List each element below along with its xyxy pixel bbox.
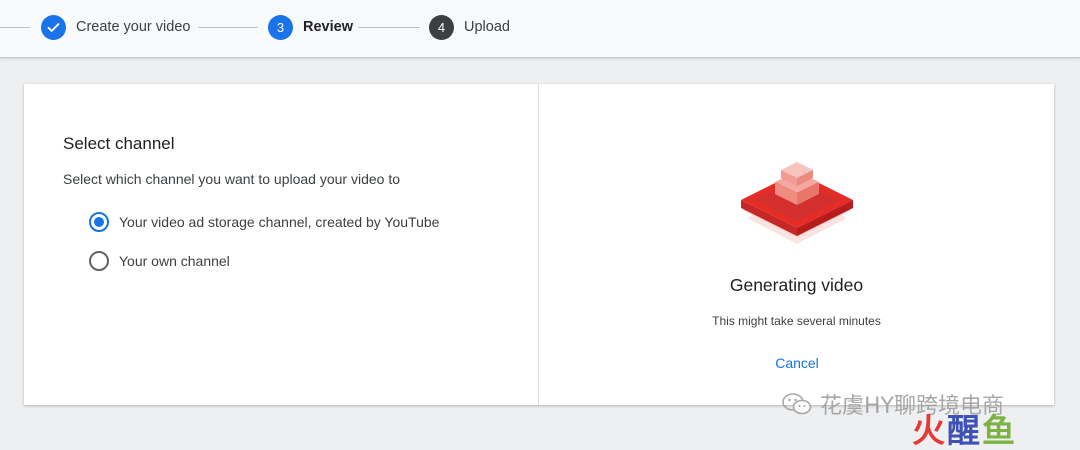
brand-char: 鱼 bbox=[982, 411, 1017, 450]
step-number-badge: 4 bbox=[429, 14, 454, 40]
step-review[interactable]: 3 Review bbox=[268, 14, 353, 40]
step-create-your-video[interactable]: Create your video bbox=[41, 14, 190, 40]
select-channel-panel: Select channel Select which channel you … bbox=[24, 84, 538, 405]
radio-option-storage-channel[interactable]: Your video ad storage channel, created b… bbox=[89, 212, 439, 232]
generating-title: Generating video bbox=[729, 275, 864, 295]
step-connector bbox=[198, 27, 258, 28]
step-label: Upload bbox=[464, 19, 510, 35]
radio-label: Your own channel bbox=[119, 253, 230, 269]
step-label: Create your video bbox=[76, 19, 191, 35]
generating-subtitle: This might take several minutes bbox=[712, 314, 881, 328]
cancel-button[interactable]: Cancel bbox=[761, 350, 833, 376]
section-title: Select channel bbox=[63, 134, 175, 153]
video-stack-illustration bbox=[741, 162, 853, 244]
watermark-brand: 火 醒 鱼 bbox=[912, 410, 1017, 450]
step-complete-check-icon bbox=[41, 14, 66, 40]
stepper-header: Create your video 3 Review 4 Upload bbox=[0, 0, 1080, 58]
step-number-badge: 3 bbox=[268, 14, 293, 40]
brand-char: 火 bbox=[912, 411, 947, 450]
brand-char: 醒 bbox=[947, 411, 982, 450]
step-upload[interactable]: 4 Upload bbox=[429, 14, 510, 40]
section-description: Select which channel you want to upload … bbox=[63, 171, 400, 187]
review-card: Select channel Select which channel you … bbox=[24, 84, 1054, 405]
wechat-icon bbox=[782, 393, 812, 415]
radio-button-unselected[interactable] bbox=[89, 251, 109, 271]
radio-option-own-channel[interactable]: Your own channel bbox=[89, 251, 230, 271]
radio-button-selected[interactable] bbox=[89, 212, 109, 232]
step-connector bbox=[0, 27, 30, 28]
generating-video-panel: Generating video This might take several… bbox=[539, 84, 1054, 405]
step-label: Review bbox=[303, 19, 353, 35]
radio-label: Your video ad storage channel, created b… bbox=[119, 214, 440, 230]
step-connector bbox=[358, 27, 420, 28]
